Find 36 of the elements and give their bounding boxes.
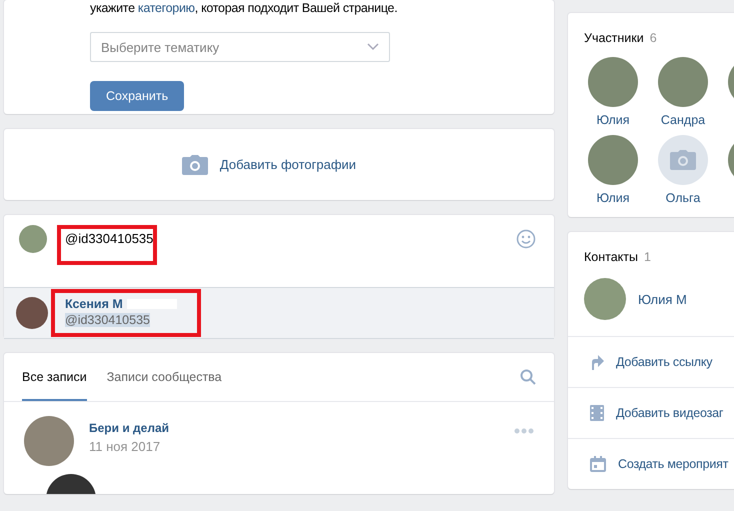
avatar bbox=[24, 416, 74, 466]
member-item[interactable]: Юлия bbox=[588, 135, 638, 205]
add-photos-button[interactable]: Добавить фотографии bbox=[4, 129, 554, 200]
post-author[interactable]: Бери и делай bbox=[89, 420, 170, 434]
member-item[interactable]: Юлия bbox=[588, 57, 638, 127]
calendar-icon bbox=[590, 456, 606, 472]
contact-item[interactable]: Юлия М bbox=[568, 264, 734, 337]
smiley-icon[interactable] bbox=[516, 229, 536, 249]
mention-suggestion[interactable]: Ксения М @id330410535 bbox=[4, 287, 554, 339]
share-arrow-icon bbox=[590, 354, 604, 370]
member-item[interactable]: Сандра bbox=[658, 57, 708, 127]
search-icon[interactable] bbox=[520, 369, 536, 385]
section-title[interactable]: Участники bbox=[584, 31, 644, 45]
tab[interactable]: Все записи bbox=[22, 353, 87, 401]
action-link[interactable]: Создать мероприят bbox=[568, 439, 734, 489]
category-link[interactable]: категорию bbox=[138, 1, 195, 15]
member-count: 6 bbox=[650, 31, 657, 45]
member-item[interactable]: Ольга bbox=[658, 135, 708, 205]
chevron-down-icon bbox=[367, 43, 379, 51]
user-name: Ксения М bbox=[65, 297, 123, 311]
film-icon bbox=[590, 405, 604, 421]
tab[interactable]: Записи сообщества bbox=[106, 353, 222, 401]
action-link[interactable]: Добавить ссылку bbox=[568, 337, 734, 388]
avatar bbox=[584, 278, 626, 320]
topic-select[interactable]: Выберите тематику bbox=[90, 32, 390, 62]
avatar bbox=[16, 297, 48, 329]
more-icon[interactable] bbox=[514, 428, 534, 434]
action-link[interactable]: Добавить видеозаг bbox=[568, 388, 734, 439]
save-button[interactable]: Сохранить bbox=[90, 81, 184, 111]
camera-icon bbox=[182, 154, 208, 174]
section-title[interactable]: Контакты bbox=[584, 250, 638, 264]
user-handle: @id330410535 bbox=[65, 313, 150, 327]
contact-count: 1 bbox=[644, 250, 651, 264]
avatar bbox=[19, 225, 47, 253]
category-hint: укажите категорию, которая подходит Вашей странице. bbox=[90, 0, 398, 16]
camera-icon bbox=[670, 150, 696, 170]
